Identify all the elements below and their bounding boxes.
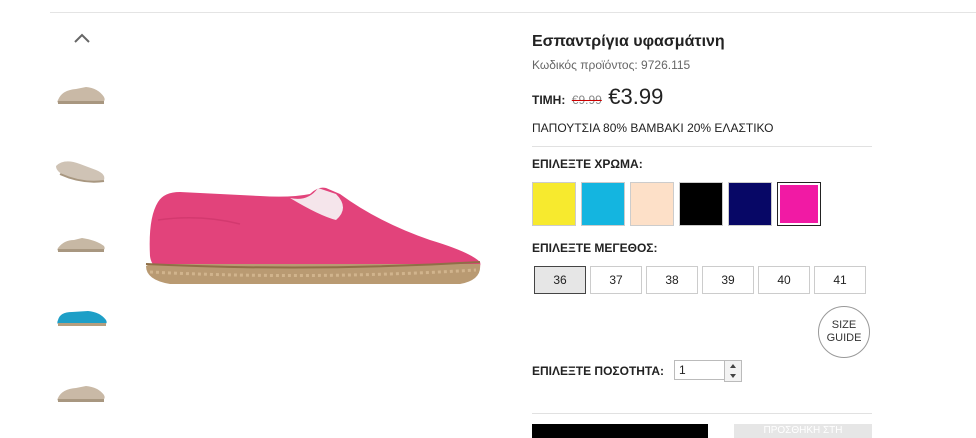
size-option-38[interactable]: 38 [646, 266, 698, 294]
quantity-section-label: ΕΠΙΛΕΞΤΕ ΠΟΣΟΤΗΤΑ: [532, 364, 665, 378]
color-section-label: ΕΠΙΛΕΞΤΕ ΧΡΩΜΑ: [532, 157, 643, 171]
old-price: €9.99 [571, 93, 602, 107]
size-section-label: ΕΠΙΛΕΞΤΕ ΜΕΓΕΘΟΣ: [532, 241, 658, 255]
color-swatch-peach[interactable] [630, 182, 674, 226]
divider-bottom [532, 413, 872, 414]
thumbnail-1[interactable] [52, 80, 110, 114]
price-label: ΤΙΜΗ: [532, 93, 566, 107]
top-divider [50, 12, 976, 13]
size-option-39[interactable]: 39 [702, 266, 754, 294]
color-swatch-cyan[interactable] [581, 182, 625, 226]
size-option-37[interactable]: 37 [590, 266, 642, 294]
size-option-41[interactable]: 41 [814, 266, 866, 294]
stepper-down-icon[interactable] [725, 371, 741, 381]
size-option-40[interactable]: 40 [758, 266, 810, 294]
size-guide-button[interactable]: SIZE GUIDE [818, 306, 870, 358]
add-to-bag-button[interactable] [532, 424, 708, 438]
product-title: Εσπαντρίγια υφασμάτινη [532, 33, 725, 50]
thumbnail-4[interactable] [52, 302, 110, 336]
product-code-value: 9726.115 [641, 58, 691, 72]
secondary-action-button[interactable]: ΠΡΟΣΘΗΚΗ ΣΤΗ [734, 424, 872, 438]
thumbnail-3[interactable] [52, 228, 110, 262]
product-description: ΠΑΠΟΥΤΣΙΑ 80% ΒΑΜΒΑΚΙ 20% ΕΛΑΣΤΙΚΟ [532, 121, 774, 135]
divider [532, 146, 872, 147]
quantity-input[interactable] [674, 360, 728, 380]
product-main-image [140, 180, 490, 295]
stepper-up-icon[interactable] [725, 361, 741, 371]
product-code: Κωδικός προϊόντος: 9726.115 [532, 58, 690, 72]
quantity-stepper[interactable] [724, 360, 742, 382]
color-swatch-navy[interactable] [728, 182, 772, 226]
product-code-label: Κωδικός προϊόντος: [532, 58, 638, 72]
thumbnail-5[interactable] [52, 378, 110, 412]
size-option-36[interactable]: 36 [534, 266, 586, 294]
price-row: ΤΙΜΗ: €9.99 €3.99 [532, 84, 663, 110]
color-swatch-yellow[interactable] [532, 182, 576, 226]
new-price: €3.99 [608, 84, 664, 109]
size-guide-line2: GUIDE [826, 332, 862, 344]
color-swatch-black[interactable] [679, 182, 723, 226]
chevron-up-icon[interactable] [70, 28, 94, 48]
color-swatch-pink[interactable] [777, 182, 821, 226]
thumbnail-2[interactable] [52, 152, 110, 186]
size-guide-line1: SIZE [831, 319, 857, 331]
